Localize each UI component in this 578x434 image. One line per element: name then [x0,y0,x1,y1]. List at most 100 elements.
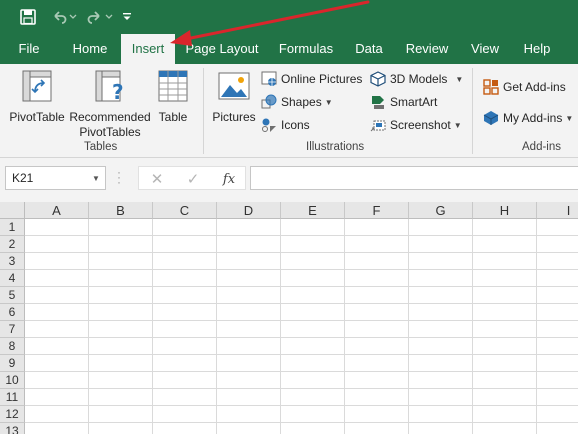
tables-group-label: Tables [84,141,118,153]
group-separator [203,68,204,154]
smartart-button[interactable]: SmartArt [369,92,437,112]
grid-line [25,320,578,321]
pictures-icon [218,70,250,105]
enter-icon[interactable]: ✓ [183,169,203,189]
recommended-pivottables-button[interactable]: ? Recommended PivotTables [67,70,153,140]
undo-icon[interactable] [48,6,70,28]
chevron-down-icon: ▼ [455,74,464,84]
grid-line [25,354,578,355]
chevron-down-icon[interactable] [104,6,114,28]
icons-button[interactable]: Icons [260,115,310,135]
pivottable-icon [22,70,52,105]
tab-view[interactable]: View [466,34,504,64]
column-header[interactable]: H [473,202,537,219]
store-icon [482,78,500,96]
screenshot-label: Screenshot [390,118,451,132]
smartart-label: SmartArt [390,95,438,109]
row-header[interactable]: 10 [0,372,25,389]
cancel-icon[interactable]: ✕ [147,169,167,189]
chevron-down-icon[interactable] [68,6,78,28]
select-all-corner[interactable] [0,202,25,219]
grid-line [25,422,578,423]
formula-bar-buttons: ✕ ✓ fx [138,166,246,190]
worksheet-grid[interactable]: A B C D E F G H I 1 2 3 4 5 6 7 8 9 10 11 12 13 [0,202,578,434]
addins-group-label: Add-ins [522,141,561,153]
row-header[interactable]: 2 [0,236,25,253]
column-header[interactable]: E [281,202,345,219]
save-icon[interactable] [17,6,39,28]
insert-function-icon[interactable]: fx [219,169,239,189]
grid-line [25,405,578,406]
column-header[interactable]: I [537,202,578,219]
row-header[interactable]: 9 [0,355,25,372]
column-header[interactable]: D [217,202,281,219]
grid-line [25,252,578,253]
customize-quick-access-icon[interactable] [119,6,135,28]
grid-line [25,337,578,338]
row-header[interactable]: 6 [0,304,25,321]
chevron-down-icon: ▼ [453,120,462,130]
tab-home[interactable]: Home [66,34,114,64]
row-header[interactable]: 5 [0,287,25,304]
tab-help[interactable]: Help [519,34,555,64]
online-pictures-label: Online Pictures [281,72,363,86]
column-header[interactable]: A [25,202,89,219]
tab-insert[interactable]: Insert [121,34,175,64]
shapes-button[interactable]: Shapes ▼ [260,92,333,112]
icons-icon [260,116,278,134]
grid-line [25,388,578,389]
pivottable-label: PivotTable [9,110,65,124]
icons-label: Icons [281,118,310,132]
tab-review[interactable]: Review [403,34,451,64]
grid-line [25,286,578,287]
row-header[interactable]: 13 [0,423,25,434]
row-header[interactable]: 1 [0,219,25,236]
screenshot-button[interactable]: Screenshot ▼ [369,115,462,135]
title-bar [0,0,578,34]
recommended-label-line2: PivotTables [79,125,141,139]
recommended-label-line1: Recommended [69,110,151,124]
tab-page-layout[interactable]: Page Layout [184,34,260,64]
3d-models-button[interactable]: 3D Models ▼ [369,69,463,89]
pivottable-button[interactable]: PivotTable [9,70,65,125]
grid-line [25,371,578,372]
my-addins-icon [482,109,500,127]
online-pictures-button[interactable]: Online Pictures [260,69,362,89]
table-label: Table [158,110,188,124]
ribbon-tab-bar: File Home Insert Page Layout Formulas Da… [0,34,578,64]
table-button[interactable]: Table [154,70,192,125]
formula-input[interactable] [250,166,578,190]
row-header[interactable]: 12 [0,406,25,423]
row-header[interactable]: 3 [0,253,25,270]
row-header[interactable]: 4 [0,270,25,287]
grid-line [25,303,578,304]
column-header[interactable]: G [409,202,473,219]
row-header[interactable]: 11 [0,389,25,406]
3d-models-label: 3D Models [390,72,448,86]
chevron-down-icon[interactable]: ▼ [88,166,104,190]
row-header[interactable]: 7 [0,321,25,338]
formula-bar: K21 ▼ · · · ✕ ✓ fx [0,158,578,202]
recommended-pivottables-icon: ? [95,70,125,105]
column-header[interactable]: B [89,202,153,219]
group-separator [472,68,473,154]
grid-line [25,269,578,270]
get-addins-label: Get Add-ins [503,80,566,94]
tab-data[interactable]: Data [350,34,388,64]
table-icon [158,70,188,105]
formula-bar-grip-icon[interactable]: · · · [117,166,123,188]
redo-icon[interactable] [84,6,106,28]
my-addins-button[interactable]: My Add-ins ▼ [482,108,573,128]
get-addins-button[interactable]: Get Add-ins [482,77,566,97]
svg-text:?: ? [112,80,124,102]
pictures-button[interactable]: Pictures [210,70,258,125]
ribbon-insert-panel: PivotTable ? Recommended PivotTables Tab… [0,64,578,158]
tab-file[interactable]: File [8,34,50,64]
shapes-icon [260,93,278,111]
column-header[interactable]: C [153,202,217,219]
row-header[interactable]: 8 [0,338,25,355]
shapes-label: Shapes [281,95,322,109]
column-header[interactable]: F [345,202,409,219]
tab-formulas[interactable]: Formulas [275,34,337,64]
illustrations-group-label: Illustrations [306,141,365,153]
